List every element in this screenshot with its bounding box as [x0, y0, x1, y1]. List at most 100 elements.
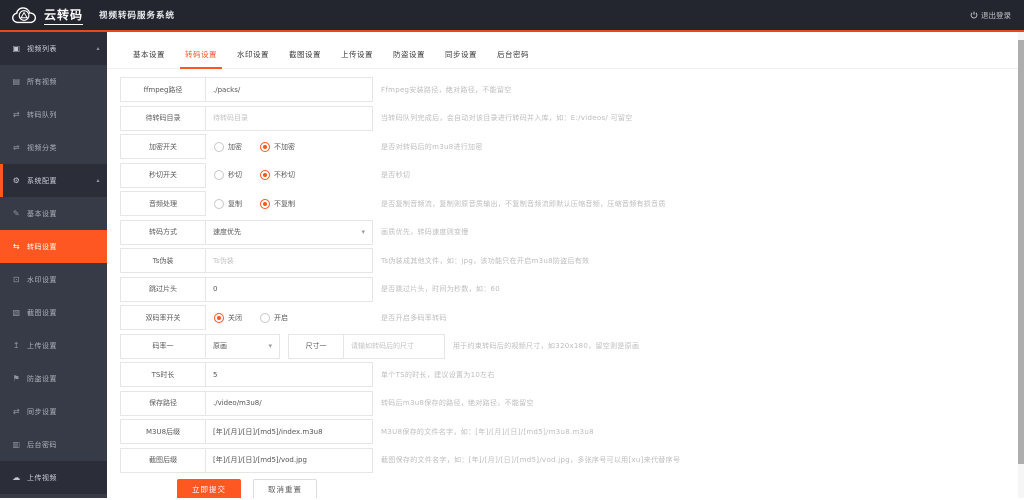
select-value: 速度优先	[213, 228, 241, 236]
radio-option-no-encrypt[interactable]: 不加密	[260, 141, 295, 152]
tab-screenshot-settings[interactable]: 截图设置	[279, 43, 331, 68]
field-hint: 是否对转码后的m3u8进行加密	[381, 142, 483, 151]
sidebar-item-watermark-settings[interactable]: ⊡ 水印设置	[0, 263, 107, 296]
field-label: TS时长	[120, 362, 206, 387]
tab-antitheft-settings[interactable]: 防盗设置	[383, 43, 435, 68]
m3u8-suffix-input[interactable]	[205, 419, 373, 444]
sidebar-item-all-videos[interactable]: ▤ 所有视频	[0, 65, 107, 98]
tab-watermark-settings[interactable]: 水印设置	[227, 43, 279, 68]
radio-option-slice[interactable]: 秒切	[214, 170, 242, 180]
sidebar-item-antitheft-settings[interactable]: ⚑ 防盗设置	[0, 362, 107, 395]
vertical-scrollbar	[1018, 32, 1024, 498]
radio-option-off[interactable]: 关闭	[214, 312, 242, 323]
sidebar-item-sync-settings[interactable]: ⇄ 同步设置	[0, 395, 107, 428]
radio-circle-icon	[260, 312, 270, 323]
sidebar-item-label: 上传设置	[27, 341, 57, 350]
transcode-icon: ⇆	[12, 242, 21, 251]
sync-icon: ⇄	[12, 407, 21, 416]
radio-option-on[interactable]: 开启	[260, 312, 288, 323]
field-hint: 是否秒切	[381, 171, 411, 179]
upload-icon: ↥	[12, 341, 21, 350]
app-title: 视频转码服务系统	[99, 11, 176, 21]
radio-circle-icon	[214, 141, 224, 152]
scrollbar-thumb[interactable]	[1018, 40, 1024, 464]
form-row-ts-duration: TS时长 单个TS的时长，建议设置为10左右	[120, 362, 1024, 387]
form-row-ffmpeg-path: ffmpeg路径 Ffmpeg安装路径，绝对路径，不能留空	[120, 77, 1024, 102]
form-row-encrypt-switch: 加密开关 加密 不加密 是否对转码后的m3u8进行加密	[120, 134, 1024, 159]
field-label: 截图后缀	[120, 447, 206, 473]
form-row-transcode-mode: 转码方式 速度优先 ▾ 画质优先，转码速度则变慢	[120, 219, 1024, 245]
sidebar-item-label: 防盗设置	[27, 374, 57, 383]
radio-option-no-slice[interactable]: 不秒切	[260, 170, 295, 180]
tab-sync-settings[interactable]: 同步设置	[435, 43, 487, 68]
form-row-bitrate-size: 码率一 原画 ▾ 尺寸一 用于约束转码后的视频尺寸，如320x180，留空则是原…	[120, 333, 1024, 359]
radio-label: 加密	[228, 142, 242, 151]
sidebar-item-label: 后台密码	[27, 440, 57, 449]
category-icon: ⇌	[12, 143, 21, 152]
field-label: 待转码目录	[120, 105, 206, 131]
watermark-icon: ⊡	[12, 275, 21, 284]
form-buttons: 立即提交 取消重置	[177, 478, 1024, 498]
tab-basic-settings[interactable]: 基本设置	[123, 43, 175, 68]
sidebar-item-transcode-queue[interactable]: ⇄ 转码队列	[0, 98, 107, 131]
field-label: 双码率开关	[120, 305, 206, 330]
field-hint: 是否复制音频流，复制则原音质输出，不复制音频流即默认压缩音频，压缩音频有损音质	[381, 199, 666, 208]
sidebar-item-screenshot-settings[interactable]: ▧ 截图设置	[0, 296, 107, 329]
sidebar-item-transcode-settings[interactable]: ⇆ 转码设置	[0, 230, 107, 263]
sidebar-item-video-list[interactable]: ▣ 视频列表 ▴	[0, 32, 107, 65]
save-path-input[interactable]	[205, 390, 373, 416]
gear-icon: ⚙	[12, 176, 21, 185]
power-icon	[970, 11, 978, 19]
screenshot-suffix-input[interactable]	[205, 447, 373, 473]
field-hint: 是否跳过片头，时间为秒数，如：60	[381, 285, 501, 293]
topbar: 云转码 视频转码服务系统 退出登录	[0, 0, 1024, 32]
sidebar-item-label: 视频分类	[27, 143, 57, 152]
field-hint: 当转码队列完成后，会自动对该目录进行转码并入库，如：E:/videos/ 可留空	[381, 114, 633, 122]
tab-upload-settings[interactable]: 上传设置	[331, 43, 383, 68]
radio-label: 不秒切	[274, 171, 295, 179]
radio-label: 复制	[228, 199, 242, 208]
reset-button[interactable]: 取消重置	[253, 478, 317, 498]
sidebar-item-label: 水印设置	[27, 275, 57, 284]
sidebar-item-admin-password[interactable]: ▥ 后台密码	[0, 428, 107, 461]
password-icon: ▥	[12, 440, 21, 449]
field-label: ffmpeg路径	[120, 77, 206, 102]
field-label: 尺寸一	[288, 333, 344, 359]
field-label: 码率一	[120, 333, 206, 359]
field-label: 加密开关	[120, 134, 206, 159]
ts-duration-input[interactable]	[205, 362, 373, 387]
ffmpeg-path-input[interactable]	[205, 77, 373, 102]
app-logo: 云转码	[0, 6, 84, 25]
cloud-logo-icon	[12, 6, 37, 23]
size-1-input[interactable]	[343, 333, 445, 359]
sidebar-item-system-config[interactable]: ⚙ 系统配置 ▴	[0, 164, 107, 197]
tab-transcode-settings[interactable]: 转码设置	[175, 43, 227, 69]
video-icon: ▣	[12, 44, 21, 53]
field-label: 音频处理	[120, 191, 206, 216]
tab-admin-password[interactable]: 后台密码	[487, 43, 539, 68]
bitrate-1-select[interactable]: 原画 ▾	[205, 333, 280, 359]
sidebar-item-upload-video[interactable]: ☁ 上传视频	[0, 461, 107, 494]
logout-button[interactable]: 退出登录	[970, 10, 1011, 21]
sidebar-item-video-category[interactable]: ⇌ 视频分类	[0, 131, 107, 164]
form-row-pending-dir: 待转码目录 当转码队列完成后，会自动对该目录进行转码并入库，如：E:/video…	[120, 105, 1024, 131]
radio-circle-icon	[214, 170, 224, 180]
field-label: Ts伪装	[120, 248, 206, 273]
pending-dir-input[interactable]	[205, 105, 373, 131]
sidebar-item-upload-settings[interactable]: ↥ 上传设置	[0, 329, 107, 362]
radio-circle-icon	[214, 312, 224, 323]
transcode-mode-select[interactable]: 速度优先 ▾	[205, 219, 373, 245]
sidebar-item-basic-settings[interactable]: ✎ 基本设置	[0, 197, 107, 230]
radio-circle-icon	[260, 170, 270, 180]
main-content: 基本设置 转码设置 水印设置 截图设置 上传设置 防盗设置 同步设置 后台密码 …	[107, 32, 1024, 498]
skip-intro-input[interactable]	[205, 276, 373, 302]
field-hint: 用于约束转码后的视频尺寸，如320x180，留空则是原画	[453, 342, 640, 350]
form-row-m3u8-suffix: M3U8后缀 M3U8保存的文件名字，如：[年]/[月]/[日]/[md5]/m…	[120, 419, 1024, 444]
radio-option-encrypt[interactable]: 加密	[214, 141, 242, 152]
ts-disguise-input[interactable]	[205, 248, 373, 273]
radio-option-copy[interactable]: 复制	[214, 198, 242, 209]
submit-button[interactable]: 立即提交	[177, 478, 241, 498]
radio-option-no-copy[interactable]: 不复制	[260, 198, 295, 209]
form-row-skip-intro: 跳过片头 是否跳过片头，时间为秒数，如：60	[120, 276, 1024, 302]
all-videos-icon: ▤	[12, 77, 21, 86]
